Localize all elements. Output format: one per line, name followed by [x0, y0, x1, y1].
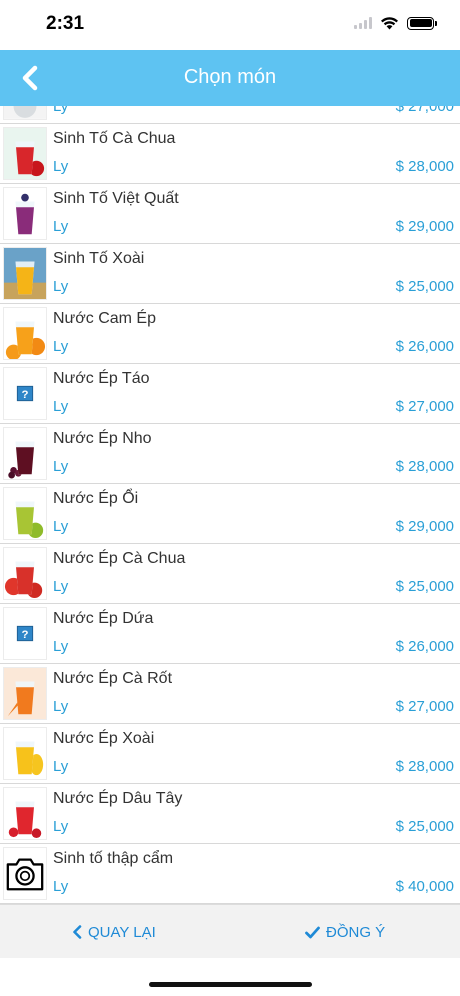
chevron-left-icon	[73, 925, 82, 939]
status-bar: 2:31	[0, 0, 460, 50]
menu-item-row[interactable]: Sinh tố thập cẩm Ly $ 40,000	[0, 844, 460, 904]
item-unit: Ly	[53, 106, 69, 115]
item-unit: Ly	[53, 698, 69, 715]
checkmark-icon	[305, 926, 320, 938]
item-price: $ 26,000	[395, 338, 454, 355]
orange-juice-thumbnail	[3, 307, 47, 360]
item-price: $ 27,000	[395, 698, 454, 715]
item-unit: Ly	[53, 518, 69, 535]
item-unit: Ly	[53, 638, 69, 655]
item-unit: Ly	[53, 278, 69, 295]
page-title: Chọn món	[183, 66, 277, 88]
item-name: Nước Ép Dứa	[53, 610, 154, 627]
item-unit: Ly	[53, 218, 69, 235]
item-price: $ 28,000	[395, 758, 454, 775]
tomato-smoothie-thumbnail	[3, 127, 47, 180]
svg-text:?: ?	[22, 629, 29, 641]
menu-item-row[interactable]: Ly $ 27,000	[0, 106, 460, 124]
item-name: Nước Ép Dâu Tây	[53, 790, 183, 807]
guava-juice-thumbnail	[3, 487, 47, 540]
item-price: $ 27,000	[395, 106, 454, 115]
back-button-label: QUAY LẠI	[88, 923, 156, 941]
item-name: Sinh Tố Việt Quất	[53, 190, 179, 207]
missing-image-thumbnail: ?	[3, 367, 47, 420]
item-name: Nước Ép Táo	[53, 370, 150, 387]
status-time: 2:31	[46, 13, 85, 34]
menu-item-row[interactable]: ? Nước Ép Táo Ly $ 27,000	[0, 364, 460, 424]
tomato-juice-thumbnail	[3, 547, 47, 600]
back-button[interactable]: QUAY LẠI	[72, 905, 156, 959]
strawberry-juice-thumbnail	[3, 787, 47, 840]
menu-item-row[interactable]: Sinh Tố Cà Chua Ly $ 28,000	[0, 124, 460, 184]
menu-item-row[interactable]: ? Nước Ép Dứa Ly $ 26,000	[0, 604, 460, 664]
cellular-signal-icon	[354, 17, 372, 29]
item-name: Nước Ép Cà Chua	[53, 550, 186, 567]
item-name: Nước Ép Ổi	[53, 490, 139, 507]
carrot-juice-thumbnail	[3, 667, 47, 720]
mango-juice-thumbnail	[3, 727, 47, 780]
menu-item-row[interactable]: Nước Ép Xoài Ly $ 28,000	[0, 724, 460, 784]
confirm-button[interactable]: ĐỒNG Ý	[305, 905, 385, 959]
item-price: $ 25,000	[395, 818, 454, 835]
item-name: Nước Ép Nho	[53, 430, 152, 447]
menu-item-row[interactable]: Nước Ép Dâu Tây Ly $ 25,000	[0, 784, 460, 844]
home-indicator[interactable]	[149, 982, 312, 987]
item-name: Sinh Tố Xoài	[53, 250, 145, 267]
item-unit: Ly	[53, 818, 69, 835]
item-name: Nước Cam Ép	[53, 310, 156, 327]
menu-item-row[interactable]: Sinh Tố Xoài Ly $ 25,000	[0, 244, 460, 304]
camera-placeholder-thumbnail	[3, 847, 47, 900]
item-unit: Ly	[53, 458, 69, 475]
item-price: $ 25,000	[395, 278, 454, 295]
item-unit: Ly	[53, 578, 69, 595]
item-price: $ 29,000	[395, 518, 454, 535]
menu-item-row[interactable]: Nước Ép Nho Ly $ 28,000	[0, 424, 460, 484]
blueberry-smoothie-thumbnail	[3, 187, 47, 240]
status-icons	[354, 16, 437, 30]
item-price: $ 29,000	[395, 218, 454, 235]
menu-item-row[interactable]: Nước Ép Ổi Ly $ 29,000	[0, 484, 460, 544]
battery-icon	[407, 16, 437, 30]
item-price: $ 26,000	[395, 638, 454, 655]
menu-item-row[interactable]: Nước Ép Cà Rốt Ly $ 27,000	[0, 664, 460, 724]
menu-item-row[interactable]: Nước Cam Ép Ly $ 26,000	[0, 304, 460, 364]
item-unit: Ly	[53, 158, 69, 175]
item-unit: Ly	[53, 758, 69, 775]
grape-juice-thumbnail	[3, 427, 47, 480]
menu-item-list[interactable]: Ly $ 27,000 Sinh Tố Cà Chua Ly $ 28,000 Sinh …	[0, 106, 460, 904]
missing-image-thumbnail: ?	[3, 607, 47, 660]
mango-smoothie-thumbnail	[3, 247, 47, 300]
navigation-bar: Chọn món	[0, 50, 460, 106]
menu-item-row[interactable]: Sinh Tố Việt Quất Ly $ 29,000	[0, 184, 460, 244]
item-unit: Ly	[53, 338, 69, 355]
wifi-icon	[381, 17, 398, 30]
partial-thumbnail	[3, 106, 47, 120]
item-price: $ 25,000	[395, 578, 454, 595]
item-name: Sinh tố thập cẩm	[53, 850, 174, 867]
item-price: $ 27,000	[395, 398, 454, 415]
bottom-action-bar: QUAY LẠI ĐỒNG Ý	[0, 904, 460, 958]
item-name: Sinh Tố Cà Chua	[53, 130, 176, 147]
item-unit: Ly	[53, 878, 69, 895]
item-name: Nước Ép Xoài	[53, 730, 155, 747]
item-unit: Ly	[53, 398, 69, 415]
menu-item-row[interactable]: Nước Ép Cà Chua Ly $ 25,000	[0, 544, 460, 604]
item-name: Nước Ép Cà Rốt	[53, 670, 173, 687]
item-price: $ 28,000	[395, 158, 454, 175]
item-price: $ 28,000	[395, 458, 454, 475]
item-price: $ 40,000	[395, 878, 454, 895]
confirm-button-label: ĐỒNG Ý	[326, 923, 386, 941]
svg-text:?: ?	[22, 389, 29, 401]
home-indicator-area	[0, 958, 460, 996]
